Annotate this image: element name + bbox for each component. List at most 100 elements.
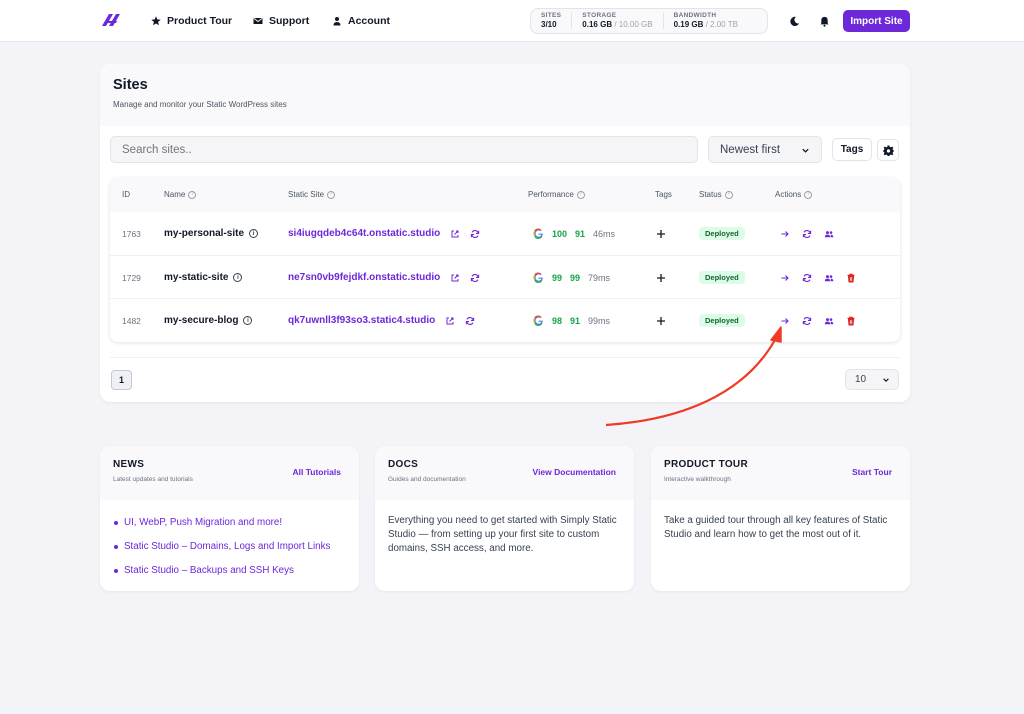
status-cell: Deployed — [699, 299, 745, 342]
notifications-button[interactable] — [816, 13, 832, 29]
help-icon[interactable]: ? — [188, 190, 197, 199]
app-logo-icon[interactable] — [100, 12, 122, 28]
news-item-link[interactable]: Static Studio – Backups and SSH Keys — [114, 564, 346, 578]
users-icon[interactable] — [824, 273, 834, 283]
table-row: 1763 my-personal-site i si4iugqdeb4c64t.o… — [110, 212, 900, 255]
response-time: 79ms — [588, 272, 611, 283]
news-title: NEWS — [113, 459, 145, 470]
site-name[interactable]: my-static-site i — [164, 256, 243, 299]
actions-cell — [780, 212, 834, 255]
external-link-icon[interactable] — [450, 229, 460, 239]
page-subtitle: Manage and monitor your Static WordPress… — [113, 100, 287, 109]
view-documentation-link[interactable]: View Documentation — [533, 467, 616, 477]
trash-icon[interactable] — [846, 316, 856, 326]
nav-account-label: Account — [348, 15, 390, 27]
all-tutorials-link[interactable]: All Tutorials — [293, 467, 342, 477]
arrow-right-icon[interactable] — [780, 316, 790, 326]
settings-button[interactable] — [877, 139, 899, 161]
status-badge: Deployed — [699, 271, 745, 284]
info-icon[interactable]: i — [249, 229, 259, 238]
stat-bandwidth-label: BANDWIDTH — [673, 11, 717, 19]
refresh-icon[interactable] — [802, 273, 812, 283]
users-icon[interactable] — [824, 229, 834, 239]
star-icon — [151, 16, 161, 26]
refresh-icon[interactable] — [465, 316, 475, 326]
moon-icon — [789, 16, 799, 26]
arrow-right-icon[interactable] — [780, 273, 790, 283]
nav-product-tour[interactable]: Product Tour — [151, 13, 232, 29]
sort-select[interactable]: Newest first — [708, 136, 822, 163]
table-row: 1729 my-static-site i ne7sn0vb9fejdkf.ons… — [110, 255, 900, 298]
dark-mode-toggle[interactable] — [786, 13, 802, 29]
users-icon[interactable] — [824, 316, 834, 326]
import-site-button[interactable]: Import Site — [843, 10, 910, 32]
col-tags-label: Tags — [655, 190, 672, 199]
site-name[interactable]: my-secure-blog i — [164, 299, 253, 342]
status-badge: Deployed — [699, 314, 745, 327]
nav-product-tour-label: Product Tour — [167, 15, 233, 27]
help-icon[interactable]: ? — [724, 190, 733, 199]
mail-icon — [253, 17, 263, 24]
refresh-icon[interactable] — [470, 229, 480, 239]
pagination-page-button[interactable]: 1 — [111, 370, 132, 390]
col-performance[interactable]: Performance? — [528, 190, 585, 199]
google-icon — [533, 315, 543, 326]
nav-account[interactable]: Account — [332, 13, 390, 29]
refresh-icon[interactable] — [470, 273, 480, 283]
bell-icon — [819, 16, 829, 27]
chevron-down-icon — [883, 378, 889, 382]
tags-filter-button[interactable]: Tags — [832, 138, 872, 161]
refresh-icon[interactable] — [802, 229, 812, 239]
refresh-icon[interactable] — [802, 316, 812, 326]
help-icon[interactable]: ? — [327, 190, 336, 199]
col-status[interactable]: Status? — [699, 190, 733, 199]
arrow-right-icon[interactable] — [780, 229, 790, 239]
add-tag-button[interactable] — [656, 256, 666, 299]
static-site-cell: si4iugqdeb4c64t.onstatic.studio — [288, 212, 480, 255]
per-page-value: 10 — [855, 374, 867, 385]
col-actions[interactable]: Actions? — [775, 190, 813, 199]
add-tag-button[interactable] — [656, 299, 666, 342]
site-id: 1729 — [122, 272, 141, 283]
status-badge: Deployed — [699, 227, 745, 240]
stat-bandwidth-value: 0.19 GB / 2.00 TB — [674, 21, 738, 29]
news-card-body: UI, WebP, Push Migration and more! Stati… — [100, 500, 359, 591]
static-site-cell: qk7uwnll3f93so3.static4.studio — [288, 299, 475, 342]
nav-support-label: Support — [269, 15, 310, 27]
search-input[interactable] — [110, 136, 698, 163]
stat-storage-value: 0.16 GB / 10.00 GB — [582, 21, 652, 29]
info-icon[interactable]: i — [233, 273, 243, 282]
news-item-link[interactable]: UI, WebP, Push Migration and more! — [114, 516, 346, 530]
sites-header: Sites Manage and monitor your Static Wor… — [100, 64, 910, 126]
add-tag-button[interactable] — [656, 212, 666, 255]
response-time: 46ms — [593, 228, 616, 239]
info-icon[interactable]: i — [243, 316, 253, 325]
static-site-link[interactable]: si4iugqdeb4c64t.onstatic.studio — [288, 228, 440, 239]
divider — [110, 357, 900, 358]
docs-card: DOCS Guides and documentation View Docum… — [375, 446, 634, 591]
per-page-select[interactable]: 10 — [845, 369, 899, 390]
performance-score: 100 — [552, 228, 568, 239]
help-icon[interactable]: ? — [804, 190, 813, 199]
help-icon[interactable]: ? — [576, 190, 585, 199]
news-item-link[interactable]: Static Studio – Domains, Logs and Import… — [114, 540, 346, 554]
static-site-link[interactable]: ne7sn0vb9fejdkf.onstatic.studio — [288, 272, 440, 283]
site-id: 1763 — [122, 228, 141, 239]
external-link-icon[interactable] — [450, 273, 460, 283]
news-card: NEWS Latest updates and tutorials All Tu… — [100, 446, 359, 591]
nav-support[interactable]: Support — [253, 13, 309, 29]
col-static-site[interactable]: Static Site? — [288, 190, 336, 199]
col-name[interactable]: Name? — [164, 190, 197, 199]
performance-cell: 99 99 79ms — [533, 256, 610, 299]
performance-score: 98 — [552, 315, 563, 326]
page-title: Sites — [113, 77, 148, 93]
plus-icon — [657, 273, 665, 282]
external-link-icon[interactable] — [445, 316, 455, 326]
site-name[interactable]: my-personal-site i — [164, 212, 259, 255]
trash-icon[interactable] — [846, 273, 856, 283]
performance-cell: 100 91 46ms — [533, 212, 615, 255]
top-bar: Product Tour Support Account SITES 3/10 … — [0, 0, 1024, 42]
start-tour-link[interactable]: Start Tour — [852, 467, 892, 477]
static-site-link[interactable]: qk7uwnll3f93so3.static4.studio — [288, 315, 435, 326]
site-id: 1482 — [122, 315, 141, 326]
